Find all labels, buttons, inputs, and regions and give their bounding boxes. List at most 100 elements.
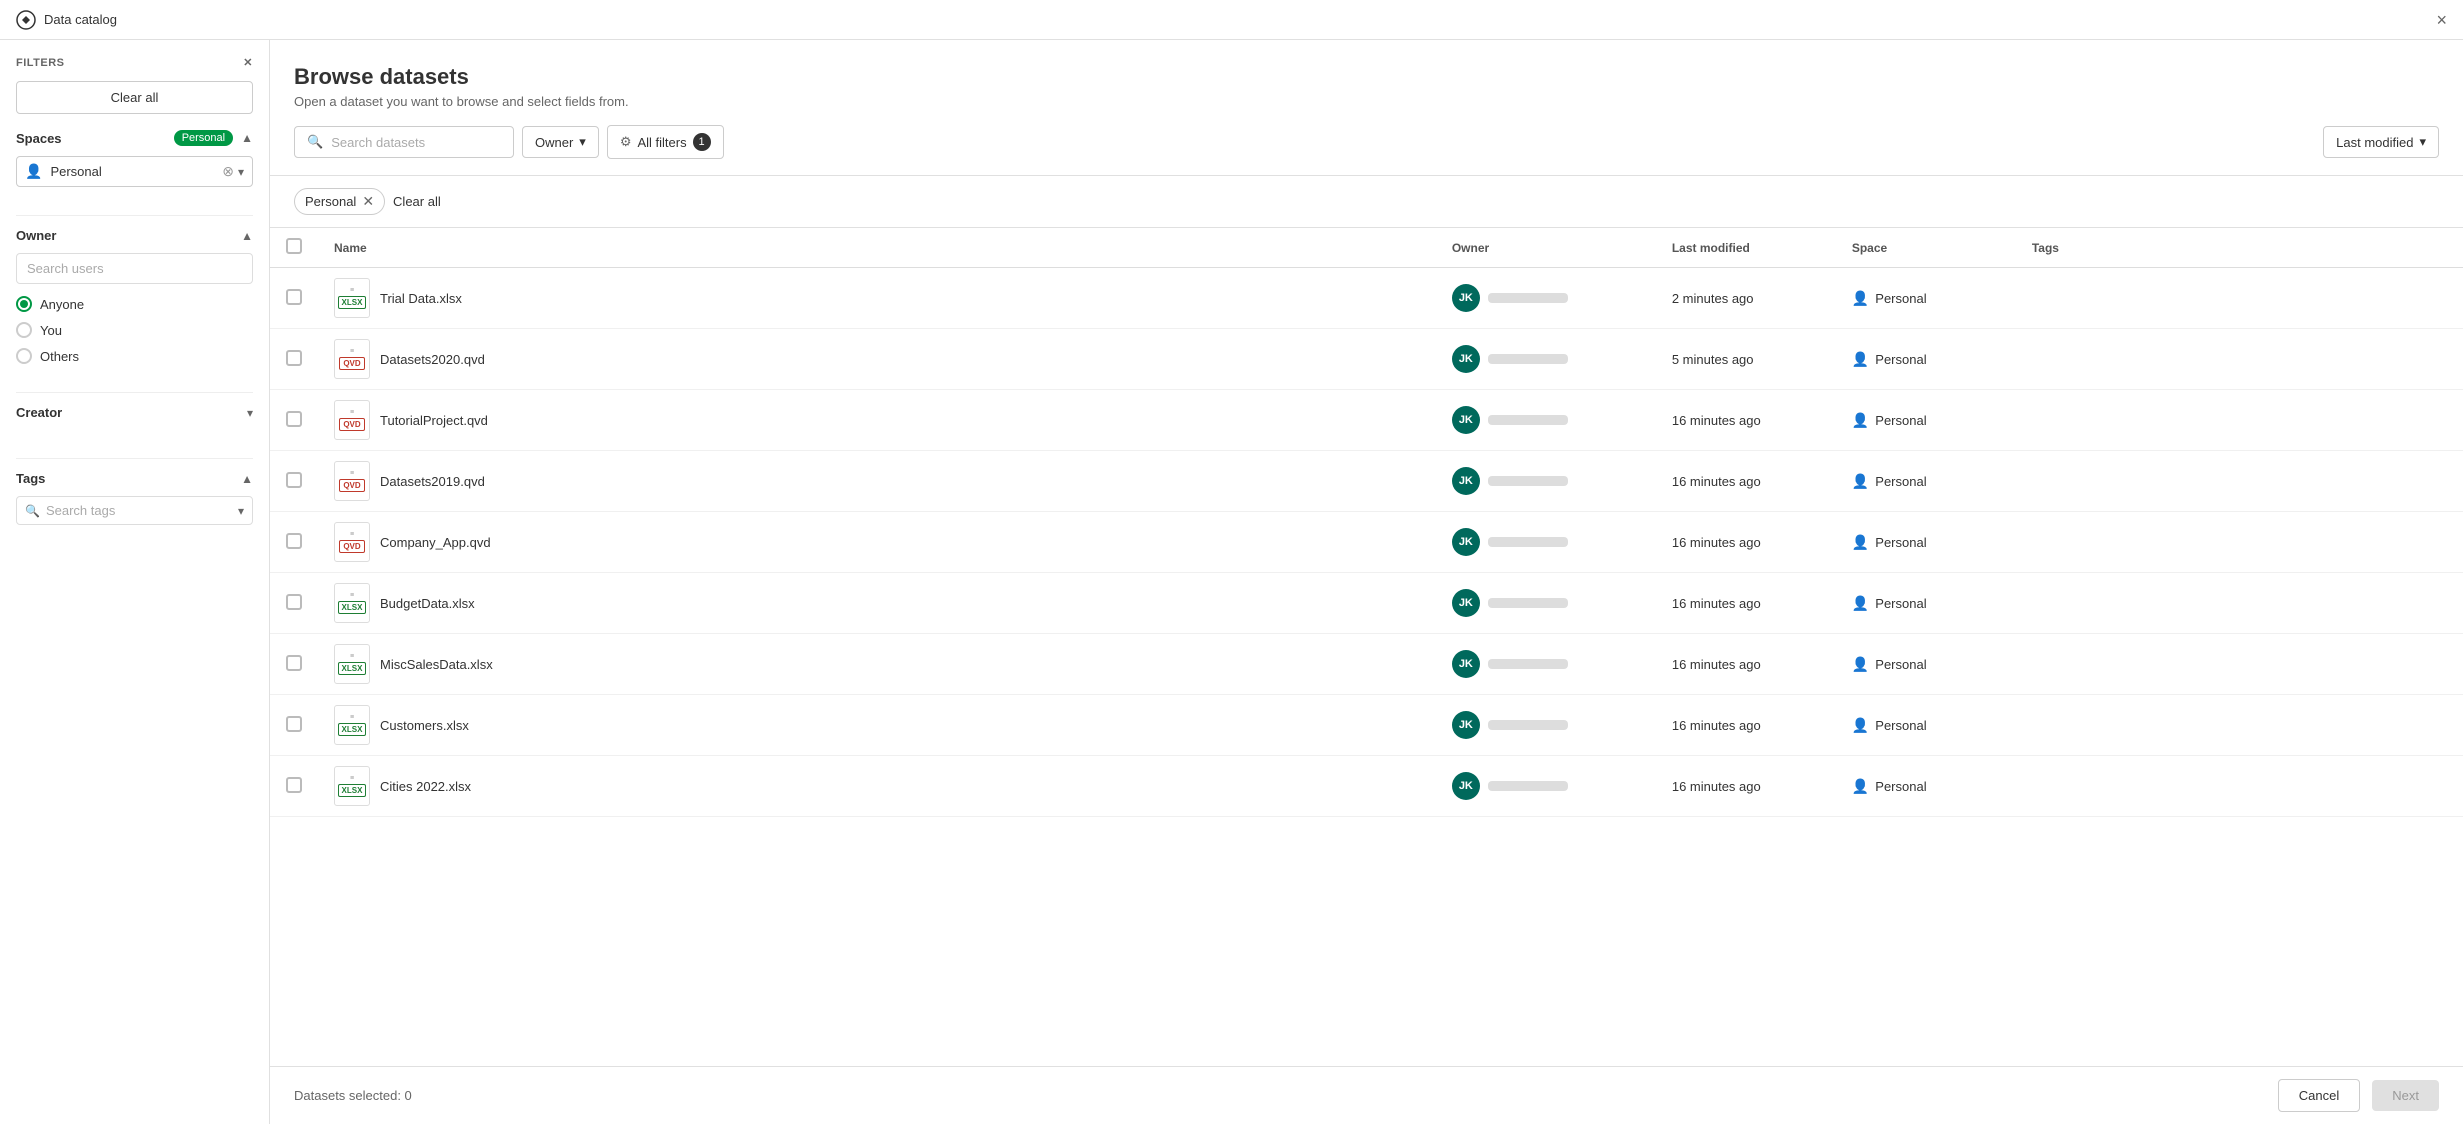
radio-others-label: Others <box>40 349 79 364</box>
row-space-cell: 👤 Personal <box>1836 390 2016 451</box>
sort-selector[interactable]: Last modified ▾ <box>2323 126 2439 158</box>
spaces-clear-icon[interactable]: ⊗ <box>222 163 234 180</box>
table-row[interactable]: ≡ XLSX Trial Data.xlsx JK 2 minutes ago … <box>270 268 2463 329</box>
clear-all-filters-link[interactable]: Clear all <box>393 194 441 209</box>
radio-anyone-label: Anyone <box>40 297 84 312</box>
app-close-button[interactable]: × <box>2436 11 2447 29</box>
row-space-cell: 👤 Personal <box>1836 634 2016 695</box>
table-row[interactable]: ≡ XLSX BudgetData.xlsx JK 16 minutes ago… <box>270 573 2463 634</box>
radio-anyone[interactable]: Anyone <box>16 296 253 312</box>
sort-chevron-down-icon: ▾ <box>2419 134 2426 150</box>
modified-time: 16 minutes ago <box>1672 413 1761 428</box>
page-title: Browse datasets <box>294 64 2439 90</box>
row-checkbox[interactable] <box>286 411 302 427</box>
row-checkbox[interactable] <box>286 655 302 671</box>
owner-avatar: JK <box>1452 467 1480 495</box>
spaces-section: Spaces Personal ▲ 👤 Personal ⊗ ▾ <box>16 130 253 187</box>
row-checkbox[interactable] <box>286 289 302 305</box>
all-filters-label: All filters <box>637 135 686 150</box>
sidebar-close-icon[interactable]: ✕ <box>243 56 253 69</box>
row-checkbox[interactable] <box>286 533 302 549</box>
spaces-selector[interactable]: 👤 Personal ⊗ ▾ <box>16 156 253 187</box>
file-icon: ≡ QVD <box>334 522 370 562</box>
row-tags-cell <box>2016 512 2463 573</box>
space-name: Personal <box>1875 596 1926 611</box>
tags-dropdown-icon[interactable]: ▾ <box>238 504 244 518</box>
owner-avatar: JK <box>1452 406 1480 434</box>
space-name: Personal <box>1875 535 1926 550</box>
file-name: Datasets2020.qvd <box>380 352 485 367</box>
row-space-cell: 👤 Personal <box>1836 512 2016 573</box>
search-users-input[interactable] <box>16 253 253 284</box>
file-type-label: XLSX <box>338 601 367 614</box>
owner-section-header[interactable]: Owner ▲ <box>16 228 253 243</box>
table-row[interactable]: ≡ XLSX Customers.xlsx JK 16 minutes ago … <box>270 695 2463 756</box>
search-datasets-input[interactable] <box>331 135 501 150</box>
owner-name-placeholder <box>1488 354 1568 364</box>
file-name: MiscSalesData.xlsx <box>380 657 493 672</box>
space-cell: 👤 Personal <box>1852 351 2000 368</box>
owner-filter-button[interactable]: Owner ▾ <box>522 126 599 158</box>
tags-section-title: Tags <box>16 471 45 486</box>
spaces-section-header[interactable]: Spaces Personal ▲ <box>16 130 253 146</box>
row-space-cell: 👤 Personal <box>1836 451 2016 512</box>
th-name: Name <box>318 228 1436 268</box>
row-checkbox[interactable] <box>286 350 302 366</box>
sidebar: FILTERS ✕ Clear all Spaces Personal ▲ 👤 … <box>0 40 270 1124</box>
space-cell: 👤 Personal <box>1852 290 2000 307</box>
table-row[interactable]: ≡ QVD Datasets2020.qvd JK 5 minutes ago … <box>270 329 2463 390</box>
datasets-table: Name Owner Last modified Space Tags ≡ XL <box>270 228 2463 817</box>
creator-chevron-down-icon: ▾ <box>247 406 253 420</box>
radio-anyone-circle <box>16 296 32 312</box>
creator-section: Creator ▾ <box>16 405 253 430</box>
next-button: Next <box>2372 1080 2439 1111</box>
row-modified-cell: 16 minutes ago <box>1656 451 1836 512</box>
space-cell: 👤 Personal <box>1852 778 2000 795</box>
space-icon: 👤 <box>1852 290 1869 307</box>
cancel-button[interactable]: Cancel <box>2278 1079 2360 1112</box>
row-name-cell: ≡ QVD Datasets2019.qvd <box>318 451 1436 512</box>
file-icon: ≡ XLSX <box>334 278 370 318</box>
table-row[interactable]: ≡ XLSX MiscSalesData.xlsx JK 16 minutes … <box>270 634 2463 695</box>
space-cell: 👤 Personal <box>1852 534 2000 551</box>
tags-section-header[interactable]: Tags ▲ <box>16 471 253 486</box>
tags-search-icon: 🔍 <box>25 504 40 518</box>
main-container: FILTERS ✕ Clear all Spaces Personal ▲ 👤 … <box>0 40 2463 1124</box>
file-name: BudgetData.xlsx <box>380 596 475 611</box>
row-modified-cell: 16 minutes ago <box>1656 573 1836 634</box>
radio-others[interactable]: Others <box>16 348 253 364</box>
table-row[interactable]: ≡ XLSX Cities 2022.xlsx JK 16 minutes ag… <box>270 756 2463 817</box>
tags-chevron-up-icon: ▲ <box>241 472 253 486</box>
file-cell: ≡ XLSX MiscSalesData.xlsx <box>334 644 1420 684</box>
space-icon: 👤 <box>1852 717 1869 734</box>
owner-section-title: Owner <box>16 228 56 243</box>
row-name-cell: ≡ QVD Datasets2020.qvd <box>318 329 1436 390</box>
spaces-selector-actions: ⊗ ▾ <box>222 163 244 180</box>
filter-count-badge: 1 <box>693 133 711 151</box>
row-checkbox-cell <box>270 756 318 817</box>
owner-cell: JK <box>1452 467 1640 495</box>
row-owner-cell: JK <box>1436 268 1656 329</box>
sidebar-clear-all-button[interactable]: Clear all <box>16 81 253 114</box>
creator-section-header[interactable]: Creator ▾ <box>16 405 253 420</box>
row-checkbox[interactable] <box>286 716 302 732</box>
all-filters-button[interactable]: ⚙ All filters 1 <box>607 125 724 159</box>
file-icon: ≡ XLSX <box>334 705 370 745</box>
owner-avatar: JK <box>1452 284 1480 312</box>
space-cell: 👤 Personal <box>1852 412 2000 429</box>
table-row[interactable]: ≡ QVD Company_App.qvd JK 16 minutes ago … <box>270 512 2463 573</box>
file-type-label: XLSX <box>338 662 367 675</box>
select-all-checkbox[interactable] <box>286 238 302 254</box>
row-checkbox[interactable] <box>286 594 302 610</box>
row-checkbox[interactable] <box>286 472 302 488</box>
space-icon: 👤 <box>1852 473 1869 490</box>
radio-you[interactable]: You <box>16 322 253 338</box>
row-checkbox[interactable] <box>286 777 302 793</box>
filter-chip-remove-icon[interactable]: ✕ <box>362 193 374 210</box>
row-checkbox-cell <box>270 329 318 390</box>
spaces-dropdown-icon[interactable]: ▾ <box>238 165 244 179</box>
table-row[interactable]: ≡ QVD TutorialProject.qvd JK 16 minutes … <box>270 390 2463 451</box>
search-tags-input[interactable] <box>46 503 232 518</box>
table-row[interactable]: ≡ QVD Datasets2019.qvd JK 16 minutes ago… <box>270 451 2463 512</box>
space-name: Personal <box>1875 657 1926 672</box>
